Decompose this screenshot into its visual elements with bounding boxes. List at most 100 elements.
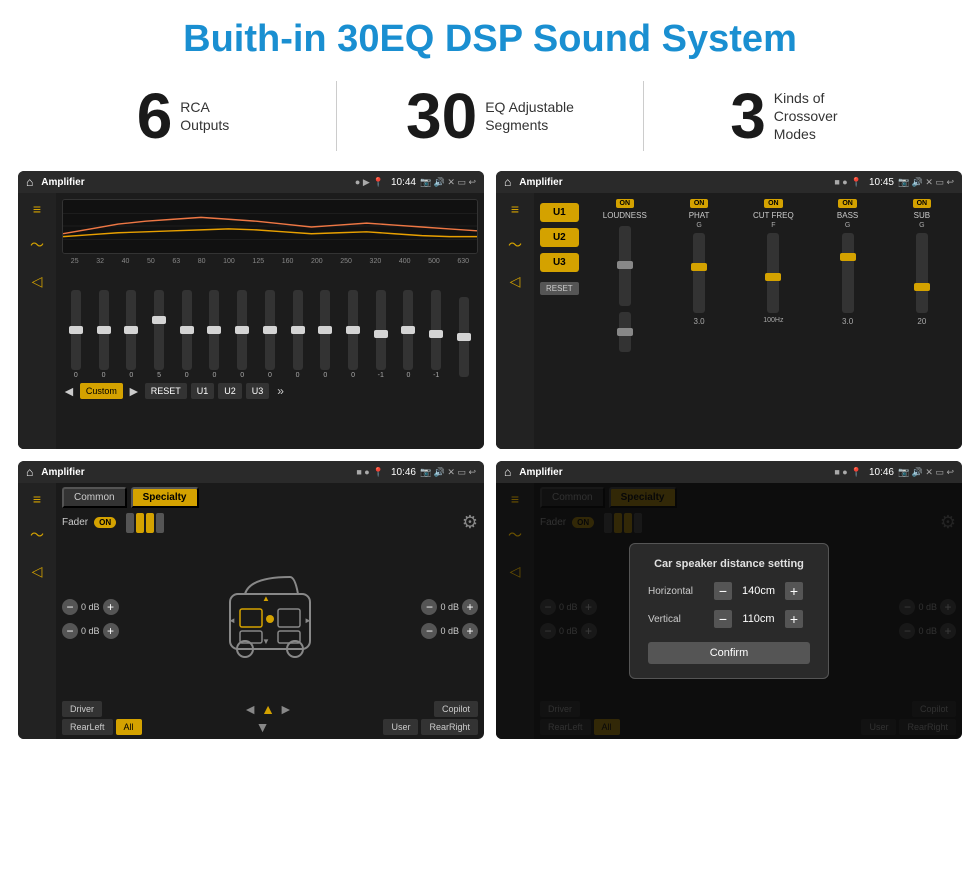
eq-slider-0[interactable]: 0 — [71, 290, 81, 379]
stat-number-eq: 30 — [406, 84, 477, 148]
vol-val-tl: 0 dB — [81, 602, 100, 612]
custom-btn[interactable]: Custom — [80, 383, 123, 399]
screen-crossover: ⌂ Amplifier ■ ● 📍 10:45 📷 🔊 ✕ ▭ ↩ ≡ 〜 ◁ … — [496, 171, 962, 449]
eq-icon-3[interactable]: ≡ — [33, 491, 41, 507]
eq-slider-6[interactable]: 0 — [237, 290, 247, 379]
pin-icon-1: 📍 — [373, 177, 384, 188]
vertical-plus[interactable]: + — [785, 610, 803, 628]
phat-slider[interactable] — [693, 233, 705, 313]
eq-slider-3[interactable]: 5 — [154, 290, 164, 379]
eq-slider-7[interactable]: 0 — [265, 290, 275, 379]
nav-right-3[interactable]: ► — [279, 701, 293, 717]
tab-specialty[interactable]: Specialty — [131, 487, 199, 508]
cutfreq-slider[interactable] — [767, 233, 779, 313]
vol-plus-br[interactable]: + — [462, 623, 478, 639]
eq-slider-13[interactable]: -1 — [431, 290, 441, 379]
horizontal-minus[interactable]: − — [714, 582, 732, 600]
eq-slider-9[interactable]: 0 — [320, 290, 330, 379]
app-title-1: Amplifier — [41, 177, 355, 188]
vol-minus-tr[interactable]: − — [421, 599, 437, 615]
settings-icon-3[interactable]: ⚙ — [462, 512, 478, 533]
speaker-icon-2[interactable]: ◁ — [510, 273, 521, 290]
eq-icon[interactable]: ≡ — [33, 201, 41, 217]
home-icon-2[interactable]: ⌂ — [504, 175, 511, 189]
vol-plus-tr[interactable]: + — [462, 599, 478, 615]
vol-minus-bl[interactable]: − — [62, 623, 78, 639]
eq-slider-4[interactable]: 0 — [182, 290, 192, 379]
eq-slider-11[interactable]: -1 — [376, 290, 386, 379]
user-btn[interactable]: User — [383, 719, 418, 735]
u2-btn-1[interactable]: U2 — [218, 383, 242, 399]
loudness-slider[interactable] — [619, 226, 631, 306]
driver-btn[interactable]: Driver — [62, 701, 102, 717]
eq-slider-1[interactable]: 0 — [99, 290, 109, 379]
left-panel-2: ≡ 〜 ◁ — [496, 193, 534, 449]
reset-btn-2[interactable]: RESET — [540, 282, 579, 295]
eq-slider-2[interactable]: 0 — [126, 290, 136, 379]
speaker-icon-3[interactable]: ◁ — [32, 563, 43, 580]
screen4-body: ≡ 〜 ◁ Common Specialty Fader ON — [496, 483, 962, 739]
copilot-btn[interactable]: Copilot — [434, 701, 478, 717]
bass-slider[interactable] — [842, 233, 854, 313]
app-title-3: Amplifier — [41, 467, 356, 478]
eq-slider-8[interactable]: 0 — [293, 290, 303, 379]
horizontal-ctrl: − 140cm + — [714, 582, 803, 600]
home-icon-1[interactable]: ⌂ — [26, 175, 33, 189]
tab-common[interactable]: Common — [62, 487, 127, 508]
stat-number-rca: 6 — [137, 84, 173, 148]
dialog-box: Car speaker distance setting Horizontal … — [629, 543, 829, 679]
bottom-btns-row2: RearLeft All ▼ User RearRight — [62, 719, 478, 735]
eq-slider-12[interactable]: 0 — [403, 290, 413, 379]
vol-minus-tl[interactable]: − — [62, 599, 78, 615]
home-icon-4[interactable]: ⌂ — [504, 465, 511, 479]
ctrl-phat: ON PHAT G 3.0 — [663, 199, 735, 443]
stat-label-eq: EQ AdjustableSegments — [485, 98, 574, 134]
fader-label: Fader — [62, 517, 88, 528]
app-title-4: Amplifier — [519, 467, 834, 478]
vol-minus-br[interactable]: − — [421, 623, 437, 639]
statusbar-3: ⌂ Amplifier ■ ● 📍 10:46 📷 🔊 ✕ ▭ ↩ — [18, 461, 484, 483]
rearleft-btn[interactable]: RearLeft — [62, 719, 113, 735]
reset-btn-1[interactable]: RESET — [145, 383, 187, 399]
car-diagram-svg: ▲ ▼ ◄ ► — [210, 559, 330, 679]
wave-icon-3[interactable]: 〜 — [30, 525, 44, 545]
loudness-slider2[interactable] — [619, 312, 631, 352]
play-btn[interactable]: ► — [127, 383, 141, 399]
screens-grid: ⌂ Amplifier ● ▶ 📍 10:44 📷 🔊 ✕ ▭ ↩ ≡ 〜 ◁ — [0, 166, 980, 749]
sub-slider[interactable] — [916, 233, 928, 313]
rearright-btn[interactable]: RearRight — [421, 719, 478, 735]
nav-up-3[interactable]: ▲ — [261, 701, 275, 717]
time-1: 10:44 — [391, 177, 416, 188]
ctrl-sub: ON SUB G 20 — [886, 199, 958, 443]
vertical-label: Vertical — [648, 614, 708, 625]
horizontal-plus[interactable]: + — [785, 582, 803, 600]
left-panel-1: ≡ 〜 ◁ — [18, 193, 56, 449]
confirm-button[interactable]: Confirm — [648, 642, 810, 664]
nav-down-3[interactable]: ▼ — [256, 719, 270, 735]
vol-plus-bl[interactable]: + — [103, 623, 119, 639]
eq-slider-5[interactable]: 0 — [209, 290, 219, 379]
ctrl-loudness: ON LOUDNESS — [589, 199, 661, 443]
eq-icon-2[interactable]: ≡ — [511, 201, 519, 217]
vertical-minus[interactable]: − — [714, 610, 732, 628]
nav-down-area: ▼ — [145, 719, 381, 735]
vol-plus-tl[interactable]: + — [103, 599, 119, 615]
wave-icon[interactable]: 〜 — [30, 235, 44, 255]
eq-slider-14[interactable] — [459, 297, 469, 379]
u2-btn-2[interactable]: U2 — [540, 228, 579, 247]
car-volume-area: − 0 dB + − 0 dB + — [62, 541, 478, 697]
prev-btn[interactable]: ◄ — [62, 383, 76, 399]
all-btn[interactable]: All — [116, 719, 142, 735]
crossover-controls: ON LOUDNESS ON PHAT G 3.0 ON CUT FREQ — [585, 193, 962, 449]
u3-btn-2[interactable]: U3 — [540, 253, 579, 272]
wave-icon-2[interactable]: 〜 — [508, 235, 522, 255]
speaker-icon[interactable]: ◁ — [32, 273, 43, 290]
status-icons-2: ■ ● — [834, 177, 847, 187]
eq-slider-10[interactable]: 0 — [348, 290, 358, 379]
nav-left-3[interactable]: ◄ — [243, 701, 257, 717]
u3-btn-1[interactable]: U3 — [246, 383, 270, 399]
home-icon-3[interactable]: ⌂ — [26, 465, 33, 479]
u1-btn-1[interactable]: U1 — [191, 383, 215, 399]
time-3: 10:46 — [391, 467, 416, 478]
u1-btn-2[interactable]: U1 — [540, 203, 579, 222]
